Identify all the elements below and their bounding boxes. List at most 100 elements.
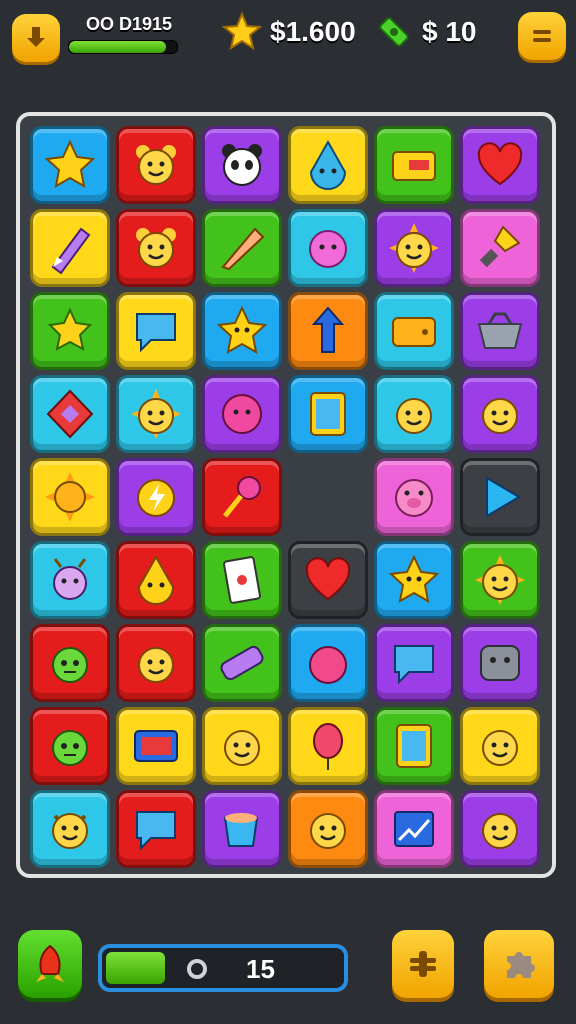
game-tile[interactable]: [288, 707, 368, 785]
game-tile[interactable]: [202, 624, 282, 702]
bug-face-icon: [53, 558, 87, 600]
game-tile[interactable]: [288, 541, 368, 619]
game-tile[interactable]: [202, 458, 282, 536]
star-face-icon: [388, 554, 440, 603]
add-button[interactable]: [392, 930, 454, 998]
game-tile[interactable]: [202, 541, 282, 619]
game-tile[interactable]: [288, 126, 368, 204]
game-tile[interactable]: [30, 707, 110, 785]
game-tile[interactable]: [460, 790, 540, 868]
arrow-up-icon: [311, 306, 345, 353]
card-icon: [392, 151, 436, 181]
xp-bar: [68, 40, 178, 54]
sun-face-icon: [389, 223, 439, 273]
pencil-icon: [221, 227, 265, 271]
game-tile[interactable]: [374, 375, 454, 453]
menu-icon: [533, 30, 551, 42]
game-tile[interactable]: [288, 624, 368, 702]
menu-button[interactable]: [518, 12, 566, 60]
top-hud: OO D1915 $1.600 $ 10: [0, 0, 576, 80]
crayon-icon: [51, 227, 91, 275]
game-tile[interactable]: [288, 209, 368, 287]
playing-card-icon: [223, 556, 261, 604]
game-tile[interactable]: [460, 458, 540, 536]
star-currency-icon: [222, 12, 262, 51]
game-tile[interactable]: [460, 624, 540, 702]
game-tile[interactable]: [374, 790, 454, 868]
smiley-icon: [396, 398, 432, 434]
game-tile[interactable]: [374, 209, 454, 287]
game-tile[interactable]: [30, 790, 110, 868]
chart-icon: [394, 811, 434, 847]
drop-face-icon: [137, 554, 175, 605]
player-code: OO D1915: [86, 14, 173, 34]
game-tile[interactable]: [374, 292, 454, 370]
game-tile[interactable]: [116, 707, 196, 785]
game-tile[interactable]: [460, 209, 540, 287]
panda-face-icon: [222, 144, 262, 186]
game-tile[interactable]: [202, 209, 282, 287]
smiley-icon: [310, 813, 346, 849]
bandage-icon: [220, 645, 264, 681]
smiley-icon: [224, 730, 260, 766]
diamond-shape-icon: [46, 389, 94, 439]
cash-icon: [379, 17, 409, 47]
smiley-icon: [482, 398, 518, 434]
ball-face-icon: [222, 394, 262, 434]
game-tile[interactable]: [202, 126, 282, 204]
profile-button[interactable]: [12, 14, 60, 62]
game-tile[interactable]: [460, 375, 540, 453]
play-icon: [486, 476, 521, 518]
game-tile[interactable]: [202, 790, 282, 868]
pig-face-icon: [395, 479, 433, 517]
game-tile[interactable]: [30, 375, 110, 453]
tablet-icon: [396, 724, 432, 768]
robot-face-icon: [480, 645, 520, 681]
game-tile[interactable]: [116, 541, 196, 619]
game-tile[interactable]: [374, 707, 454, 785]
speech-bubble-icon: [136, 811, 176, 851]
puzzle-button[interactable]: [484, 930, 554, 998]
game-tile[interactable]: [374, 458, 454, 536]
monster-face-icon: [52, 730, 88, 766]
game-tile[interactable]: [374, 624, 454, 702]
game-tile[interactable]: [202, 292, 282, 370]
cash-balance: $ 10: [422, 16, 477, 47]
moves-progress-fill: [106, 952, 165, 984]
game-tile[interactable]: [202, 375, 282, 453]
game-tile[interactable]: [30, 541, 110, 619]
game-tile[interactable]: [460, 707, 540, 785]
heart-icon: [305, 557, 351, 601]
game-tile[interactable]: [288, 292, 368, 370]
coin-balance: $1.600: [270, 16, 356, 47]
game-tile[interactable]: [460, 126, 540, 204]
booster-button[interactable]: [18, 930, 82, 998]
game-tile[interactable]: [30, 292, 110, 370]
game-tile[interactable]: [288, 375, 368, 453]
puzzle-piece-icon: [507, 952, 535, 978]
game-tile[interactable]: [116, 375, 196, 453]
game-tile[interactable]: [30, 458, 110, 536]
game-tile[interactable]: [30, 624, 110, 702]
bear-face-icon: [136, 145, 176, 185]
game-tile[interactable]: [116, 624, 196, 702]
game-tile[interactable]: [116, 458, 196, 536]
game-tile[interactable]: [374, 541, 454, 619]
game-tile[interactable]: [288, 790, 368, 868]
xp-bar-fill: [69, 41, 167, 53]
game-tile[interactable]: [116, 790, 196, 868]
drop-icon: [309, 139, 347, 190]
game-tile[interactable]: [202, 707, 282, 785]
game-tile[interactable]: [116, 126, 196, 204]
wallet-icon: [392, 317, 436, 347]
game-tile[interactable]: [30, 209, 110, 287]
game-tile[interactable]: [374, 126, 454, 204]
ring-icon: [187, 959, 207, 979]
download-arrow-icon: [27, 27, 45, 47]
game-tile[interactable]: [460, 541, 540, 619]
game-tile[interactable]: [116, 209, 196, 287]
game-tile[interactable]: [116, 292, 196, 370]
game-tile[interactable]: [30, 126, 110, 204]
game-tile[interactable]: [460, 292, 540, 370]
fluffy-monster-icon: [309, 230, 347, 268]
